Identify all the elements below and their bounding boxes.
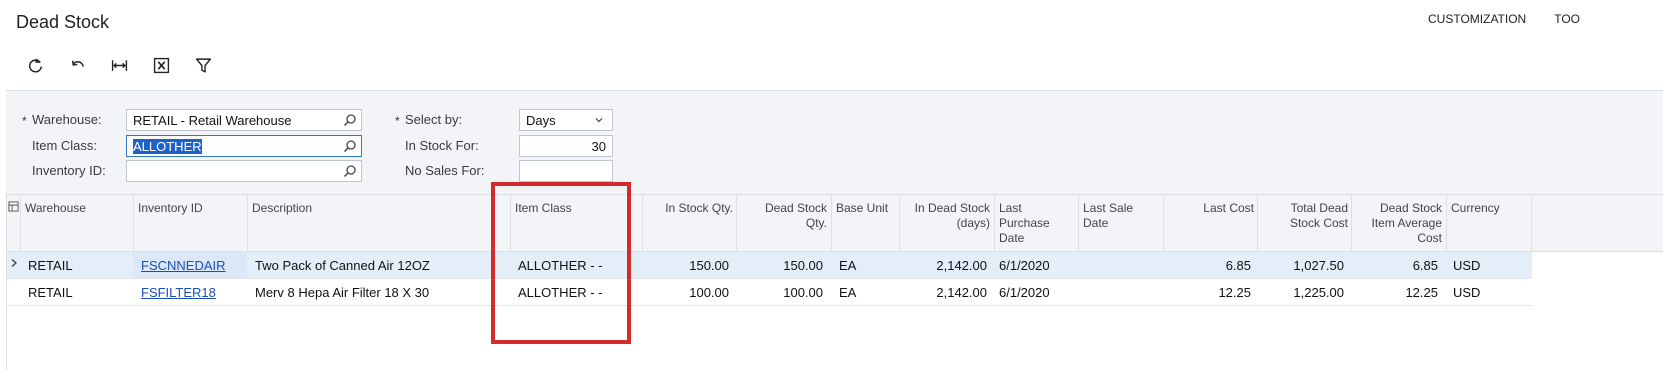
- select-by-label: Select by:: [405, 112, 463, 127]
- inventory-id-field[interactable]: [126, 160, 362, 182]
- chevron-down-icon: [595, 118, 603, 123]
- no-sales-for-field[interactable]: [519, 160, 613, 182]
- table-row[interactable]: RETAIL FSFILTER18 Merv 8 Hepa Air Filter…: [6, 279, 1532, 306]
- cell-last-cost: 6.85: [1225, 258, 1251, 273]
- dead-stock-grid: Warehouse Inventory ID Description Item …: [6, 194, 1663, 306]
- cell-last-cost: 12.25: [1218, 285, 1251, 300]
- cell-dead-stock-qty: 150.00: [783, 258, 823, 273]
- page-title: Dead Stock: [16, 12, 110, 32]
- filter-icon: [195, 57, 211, 73]
- row-expand-icon[interactable]: [9, 256, 19, 271]
- customization-menu[interactable]: CUSTOMIZATION: [1428, 12, 1526, 26]
- cell-currency: USD: [1453, 285, 1481, 300]
- in-stock-for-label: In Stock For:: [405, 138, 479, 153]
- col-last-sale-date[interactable]: Last Sale Date: [1078, 195, 1163, 252]
- required-mark: *: [22, 114, 27, 128]
- undo-icon: [71, 60, 84, 67]
- export-excel-button[interactable]: [140, 54, 182, 76]
- cell-in-stock-qty: 150.00: [689, 258, 729, 273]
- search-icon[interactable]: [343, 164, 357, 178]
- cell-warehouse: RETAIL: [28, 285, 73, 300]
- grid-header: Warehouse Inventory ID Description Item …: [6, 194, 1663, 252]
- item-class-label: Item Class:: [32, 138, 98, 153]
- col-dead-stock-item-avg-cost[interactable]: Dead Stock Item Average Cost: [1351, 195, 1446, 252]
- col-item-class[interactable]: Item Class: [510, 195, 642, 252]
- inventory-id-label: Inventory ID:: [32, 163, 106, 178]
- no-sales-for-label: No Sales For:: [405, 163, 485, 178]
- cell-description: Two Pack of Canned Air 12OZ: [255, 258, 430, 273]
- cell-description: Merv 8 Hepa Air Filter 18 X 30: [255, 285, 430, 300]
- col-last-purchase-date[interactable]: Last Purchase Date: [994, 195, 1078, 252]
- col-currency[interactable]: Currency: [1446, 195, 1532, 252]
- search-icon[interactable]: [343, 113, 357, 127]
- select-by-dropdown[interactable]: Days: [519, 109, 613, 131]
- col-base-unit[interactable]: Base Unit: [831, 195, 899, 252]
- cell-in-stock-qty: 100.00: [689, 285, 729, 300]
- cell-in-dead-stock-days: 2,142.00: [936, 258, 987, 273]
- fit-columns-icon: [111, 59, 127, 71]
- cell-last-purchase-date: 6/1/2020: [999, 258, 1050, 273]
- fit-columns-button[interactable]: [98, 54, 140, 76]
- required-mark: *: [395, 114, 400, 128]
- cell-last-purchase-date: 6/1/2020: [999, 285, 1050, 300]
- cell-inventory-id-link[interactable]: FSFILTER18: [141, 285, 216, 300]
- col-inventory-id[interactable]: Inventory ID: [133, 195, 247, 252]
- cell-base-unit: EA: [839, 285, 857, 300]
- item-class-field[interactable]: ALLOTHER: [126, 135, 362, 157]
- column-settings-icon: [8, 201, 19, 212]
- filter-panel: * Warehouse: RETAIL - Retail Warehouse I…: [6, 90, 1663, 194]
- col-description[interactable]: Description: [247, 195, 511, 252]
- cell-total-dead-stock-cost: 1,027.50: [1293, 258, 1344, 273]
- col-total-dead-stock-cost[interactable]: Total Dead Stock Cost: [1257, 195, 1352, 252]
- refresh-icon: [28, 58, 42, 72]
- top-menu: CUSTOMIZATION TOO: [1428, 12, 1608, 26]
- refresh-button[interactable]: [14, 54, 56, 76]
- cell-inventory-id-link[interactable]: FSCNNEDAIR: [141, 258, 226, 273]
- cell-dead-stock-qty: 100.00: [783, 285, 823, 300]
- export-excel-icon: [153, 57, 169, 73]
- col-dead-stock-qty[interactable]: Dead Stock Qty.: [736, 195, 831, 252]
- item-class-value: ALLOTHER: [133, 139, 202, 154]
- col-last-cost[interactable]: Last Cost: [1163, 195, 1258, 252]
- col-in-stock-qty[interactable]: In Stock Qty.: [642, 195, 737, 252]
- cell-base-unit: EA: [839, 258, 857, 273]
- select-by-value: Days: [526, 113, 556, 128]
- warehouse-label: Warehouse:: [32, 112, 102, 127]
- cell-in-dead-stock-days: 2,142.00: [936, 285, 987, 300]
- warehouse-value: RETAIL - Retail Warehouse: [133, 113, 292, 128]
- cell-currency: USD: [1453, 258, 1481, 273]
- chevron-right-icon: [11, 259, 17, 267]
- undo-button[interactable]: [56, 54, 98, 76]
- cell-total-dead-stock-cost: 1,225.00: [1293, 285, 1344, 300]
- tools-menu[interactable]: TOO: [1554, 12, 1580, 26]
- toolbar: [14, 54, 224, 76]
- search-icon[interactable]: [343, 139, 357, 153]
- in-stock-for-field[interactable]: 30: [519, 135, 613, 157]
- filter-button[interactable]: [182, 54, 224, 76]
- table-row[interactable]: RETAIL FSCNNEDAIR Two Pack of Canned Air…: [6, 252, 1532, 279]
- cell-item-class: ALLOTHER - -: [518, 285, 603, 300]
- cell-dead-stock-item-avg-cost: 6.85: [1412, 258, 1438, 273]
- cell-item-class: ALLOTHER - -: [518, 258, 603, 273]
- col-in-dead-stock-days[interactable]: In Dead Stock (days): [899, 195, 994, 252]
- col-warehouse[interactable]: Warehouse: [20, 195, 134, 252]
- warehouse-field[interactable]: RETAIL - Retail Warehouse: [126, 109, 362, 131]
- cell-warehouse: RETAIL: [28, 258, 73, 273]
- grid-left-border: [6, 194, 7, 370]
- cell-dead-stock-item-avg-cost: 12.25: [1405, 285, 1438, 300]
